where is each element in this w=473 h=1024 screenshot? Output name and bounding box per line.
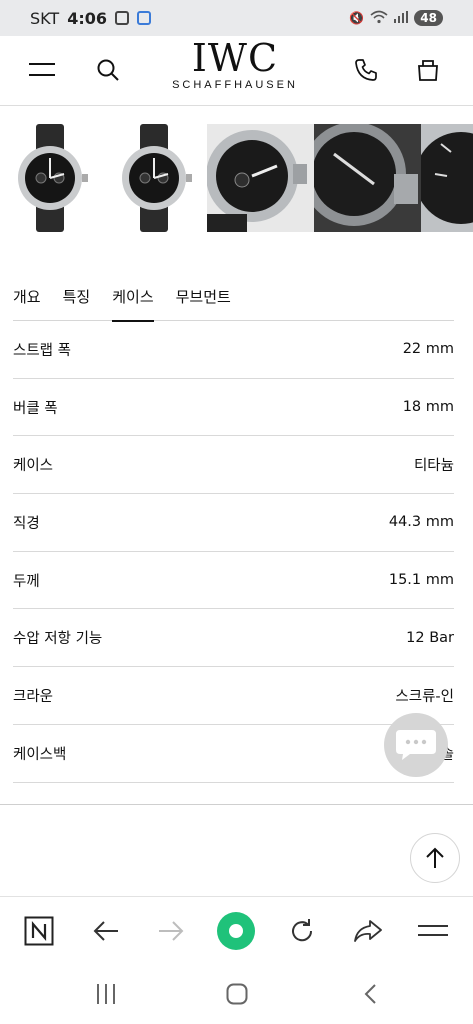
recent-apps-icon bbox=[97, 984, 115, 1004]
spec-table: 스트랩 폭 22 mm 버클 폭 18 mm 케이스 티타늄 직경 44.3 m… bbox=[13, 321, 454, 783]
share-button[interactable] bbox=[348, 911, 388, 951]
spec-value: 티타늄 bbox=[413, 458, 454, 475]
tab-movement[interactable]: 무브먼트 bbox=[176, 278, 231, 321]
green-dot-button[interactable] bbox=[216, 911, 256, 951]
site-header: IWC SCHAFFHAUSEN bbox=[0, 36, 473, 106]
search-icon bbox=[97, 59, 119, 81]
home-icon bbox=[226, 983, 248, 1005]
spec-row: 스트랩 폭 22 mm bbox=[13, 321, 454, 379]
call-button[interactable] bbox=[346, 50, 386, 90]
phone-icon bbox=[355, 59, 377, 81]
carrier-label: SKT bbox=[30, 8, 60, 28]
back-button[interactable] bbox=[86, 911, 126, 951]
search-button[interactable] bbox=[88, 50, 128, 90]
recent-apps-button[interactable] bbox=[86, 976, 126, 1012]
refresh-button[interactable] bbox=[282, 911, 322, 951]
spec-value: 22 mm bbox=[402, 341, 454, 358]
watch-detail-image bbox=[421, 124, 473, 232]
watch-image bbox=[18, 124, 88, 232]
chat-button[interactable] bbox=[384, 713, 448, 777]
home-button[interactable] bbox=[217, 976, 257, 1012]
gallery-thumb[interactable] bbox=[104, 124, 204, 232]
spec-label: 케이스 bbox=[13, 458, 54, 475]
watch-image bbox=[122, 124, 192, 232]
screenshot-icon bbox=[114, 11, 129, 25]
gallery-thumb[interactable] bbox=[314, 124, 421, 232]
spec-value: 15.1 mm bbox=[388, 572, 454, 589]
signal-icon bbox=[394, 10, 409, 26]
spec-row: 크라운 스크류-인 bbox=[13, 667, 454, 725]
gallery-thumb[interactable] bbox=[0, 124, 100, 232]
spec-row: 케이스 티타늄 bbox=[13, 436, 454, 495]
chevron-left-icon bbox=[364, 984, 376, 1004]
section-divider bbox=[0, 804, 473, 805]
spec-label: 케이스백 bbox=[13, 746, 67, 763]
spec-label: 버클 폭 bbox=[13, 400, 58, 417]
menu-lines-icon bbox=[418, 925, 448, 936]
bag-icon bbox=[418, 60, 438, 81]
arrow-up-icon bbox=[426, 847, 444, 868]
gallery-thumb[interactable] bbox=[421, 124, 473, 232]
share-icon bbox=[354, 920, 382, 942]
clock: 4:06 bbox=[67, 8, 107, 28]
spec-row: 수압 저항 기능 12 Bar bbox=[13, 609, 454, 668]
spec-label: 스트랩 폭 bbox=[13, 342, 71, 359]
location-app-icon bbox=[136, 11, 151, 25]
refresh-icon bbox=[292, 919, 313, 942]
system-nav-bar bbox=[0, 964, 473, 1024]
gallery-thumb[interactable] bbox=[207, 124, 314, 232]
hamburger-icon bbox=[29, 63, 55, 76]
naver-home-button[interactable] bbox=[19, 911, 59, 951]
spec-value: 12 Bar bbox=[406, 629, 454, 646]
spec-value: 44.3 mm bbox=[388, 514, 454, 531]
battery-indicator: 48 bbox=[414, 10, 443, 26]
spec-label: 두께 bbox=[13, 573, 40, 590]
brand-logo[interactable]: IWC SCHAFFHAUSEN bbox=[160, 36, 310, 91]
shopping-bag-button[interactable] bbox=[408, 50, 448, 90]
n-logo-icon bbox=[24, 916, 54, 946]
spec-label: 직경 bbox=[13, 515, 40, 532]
watch-detail-image bbox=[314, 124, 421, 232]
browser-menu-button[interactable] bbox=[413, 911, 453, 951]
spec-value: 18 mm bbox=[402, 399, 454, 416]
product-gallery[interactable] bbox=[0, 124, 473, 232]
arrow-right-icon bbox=[159, 921, 184, 941]
arrow-left-icon bbox=[93, 921, 118, 941]
spec-tabs: 개요 특징 케이스 무브먼트 bbox=[13, 278, 454, 322]
wifi-icon bbox=[370, 10, 388, 27]
tab-features[interactable]: 특징 bbox=[63, 278, 91, 321]
spec-value: 스크류-인 bbox=[395, 688, 454, 705]
green-dot-icon bbox=[217, 912, 255, 950]
brand-name: IWC bbox=[191, 36, 279, 80]
spec-row: 버클 폭 18 mm bbox=[13, 379, 454, 437]
brand-subtitle: SCHAFFHAUSEN bbox=[172, 79, 298, 91]
system-back-button[interactable] bbox=[350, 976, 390, 1012]
spec-label: 수압 저항 기능 bbox=[13, 631, 103, 648]
status-bar: SKT 4:06 🔇 48 bbox=[0, 0, 473, 36]
scroll-top-button[interactable] bbox=[410, 833, 460, 883]
menu-button[interactable] bbox=[22, 50, 62, 90]
tab-overview[interactable]: 개요 bbox=[13, 278, 41, 321]
watch-detail-image bbox=[207, 124, 314, 232]
mute-icon: 🔇 bbox=[349, 11, 365, 25]
chat-bubble-icon bbox=[396, 730, 436, 760]
spec-label: 크라운 bbox=[13, 688, 54, 705]
spec-row: 두께 15.1 mm bbox=[13, 552, 454, 610]
tab-case[interactable]: 케이스 bbox=[112, 278, 155, 322]
spec-row: 직경 44.3 mm bbox=[13, 494, 454, 552]
browser-toolbar bbox=[0, 896, 473, 964]
forward-button[interactable] bbox=[151, 911, 191, 951]
